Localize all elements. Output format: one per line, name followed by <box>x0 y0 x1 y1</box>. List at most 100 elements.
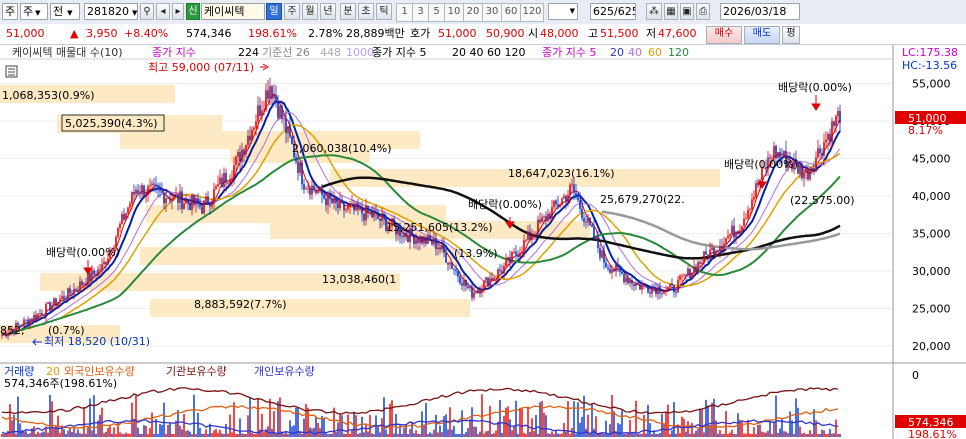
prev-icon[interactable]: ◂ <box>156 3 170 20</box>
candle-down <box>239 152 241 162</box>
data-count[interactable]: 625/625 <box>590 3 636 20</box>
volume-bar <box>725 411 727 437</box>
volume-bar <box>565 431 567 437</box>
candle-down <box>661 293 663 295</box>
price-type-select[interactable]: 전 ▼ <box>50 3 80 20</box>
buy-button[interactable]: 매수 <box>706 26 742 44</box>
volume-bar <box>77 429 79 437</box>
volume-bar <box>177 410 179 437</box>
volume-bar <box>277 401 279 437</box>
candle-up <box>635 283 637 287</box>
legend-ma3-40: 40 <box>628 46 642 59</box>
tab-week[interactable]: 주 <box>284 3 300 20</box>
candle-down <box>775 145 777 159</box>
candle-up <box>53 298 55 306</box>
volume-bar <box>33 426 35 437</box>
tab-tick[interactable]: 틱 <box>376 3 392 20</box>
eval-button[interactable]: 평 <box>782 26 800 44</box>
candle-down <box>353 203 355 211</box>
candle-up <box>179 191 181 203</box>
candle-up <box>651 287 653 294</box>
type-select[interactable]: 주 <box>2 3 18 20</box>
volume-bar <box>219 429 221 437</box>
stock-name[interactable]: 케이씨텍 <box>201 3 265 20</box>
volume-bar <box>23 432 25 437</box>
volume-bar <box>147 433 149 437</box>
period-type-select[interactable]: 주 ▼ <box>20 3 48 20</box>
turnover: 2.78% <box>308 27 343 40</box>
volume-bar <box>293 425 295 437</box>
vp-label-6: 25,679,270(22. <box>600 193 685 206</box>
price-type-label: 전 <box>53 5 64 18</box>
volume-bar <box>217 432 219 437</box>
candle-down <box>833 121 835 126</box>
volume-bar <box>301 433 303 437</box>
search-icon[interactable]: ⚲ <box>140 3 154 20</box>
volume-bar <box>425 403 427 437</box>
interval-button-120[interactable]: 120 <box>520 3 544 22</box>
print-icon[interactable]: ⎙ <box>696 3 710 20</box>
volume-bar <box>735 433 737 437</box>
settings-icon[interactable]: ⁂ <box>646 3 662 20</box>
volume-bar <box>503 415 505 437</box>
volume-bar <box>289 420 291 437</box>
save-icon[interactable]: ▣ <box>680 3 694 20</box>
interval-button-3[interactable]: 3 <box>412 3 429 22</box>
interval-button-30[interactable]: 30 <box>482 3 502 22</box>
legend-ma3-60: 60 <box>648 46 662 59</box>
tab-day[interactable]: 일 <box>266 3 282 20</box>
candle-up <box>663 291 665 294</box>
tab-month[interactable]: 월 <box>302 3 318 20</box>
volume-bar <box>241 433 243 437</box>
tab-year[interactable]: 년 <box>320 3 336 20</box>
candle-down <box>435 238 437 250</box>
candle-up <box>427 235 429 244</box>
interval-button-60[interactable]: 60 <box>501 3 521 22</box>
next-icon[interactable]: ▸ <box>172 3 184 20</box>
volume-bar <box>719 429 721 437</box>
volume-bar <box>583 395 585 437</box>
candle-up <box>125 213 127 220</box>
grid-icon[interactable]: ▦ <box>664 3 678 20</box>
volume-bar <box>829 429 831 437</box>
volume-bar <box>557 433 559 437</box>
stock-code-input[interactable]: 281820 ▼ <box>84 3 138 20</box>
high-annotation: 최고 59,000 (07/11) <box>148 61 254 74</box>
price-chart[interactable]: 케이씨텍 매물대 수(10) 종가 지수 224 기준선 26 448 1000… <box>0 45 966 439</box>
candle-down <box>631 280 633 284</box>
candle-up <box>191 194 193 211</box>
candle-down <box>153 183 155 185</box>
candle-up <box>101 264 103 271</box>
candle-down <box>65 299 67 301</box>
candle-up <box>521 251 523 253</box>
interval-button-20[interactable]: 20 <box>463 3 483 22</box>
volume-bar <box>827 433 829 437</box>
volume-bar <box>757 424 759 437</box>
candle-down <box>421 236 423 244</box>
volume-bar <box>203 433 205 437</box>
candle-down <box>733 225 735 238</box>
interval-input[interactable]: ▼ <box>548 3 578 20</box>
volume-bar <box>397 433 399 437</box>
volume-bar <box>237 433 239 437</box>
chart-area[interactable]: 케이씨텍 매물대 수(10) 종가 지수 224 기준선 26 448 1000… <box>0 45 966 439</box>
interval-button-10[interactable]: 10 <box>444 3 464 22</box>
tab-minute[interactable]: 분 <box>340 3 356 20</box>
volume-bar <box>339 414 341 437</box>
sell-button[interactable]: 매도 <box>744 26 780 44</box>
candle-down <box>593 226 595 239</box>
volume-bar <box>39 433 41 437</box>
candle-up <box>215 186 217 189</box>
dividend-label-2: 배당락(0.00%) <box>468 198 542 211</box>
candle-up <box>257 105 259 122</box>
interval-button-1[interactable]: 1 <box>396 3 413 22</box>
volume-bar <box>589 433 591 437</box>
tab-second[interactable]: 초 <box>358 3 374 20</box>
candle-down <box>429 235 431 241</box>
date-input[interactable]: 2026/03/18 <box>720 3 800 20</box>
candle-down <box>549 213 551 220</box>
y-tick-label: 40,000 <box>912 190 951 203</box>
volume-bar <box>785 431 787 437</box>
volume-bar <box>263 432 265 437</box>
interval-button-5[interactable]: 5 <box>428 3 445 22</box>
